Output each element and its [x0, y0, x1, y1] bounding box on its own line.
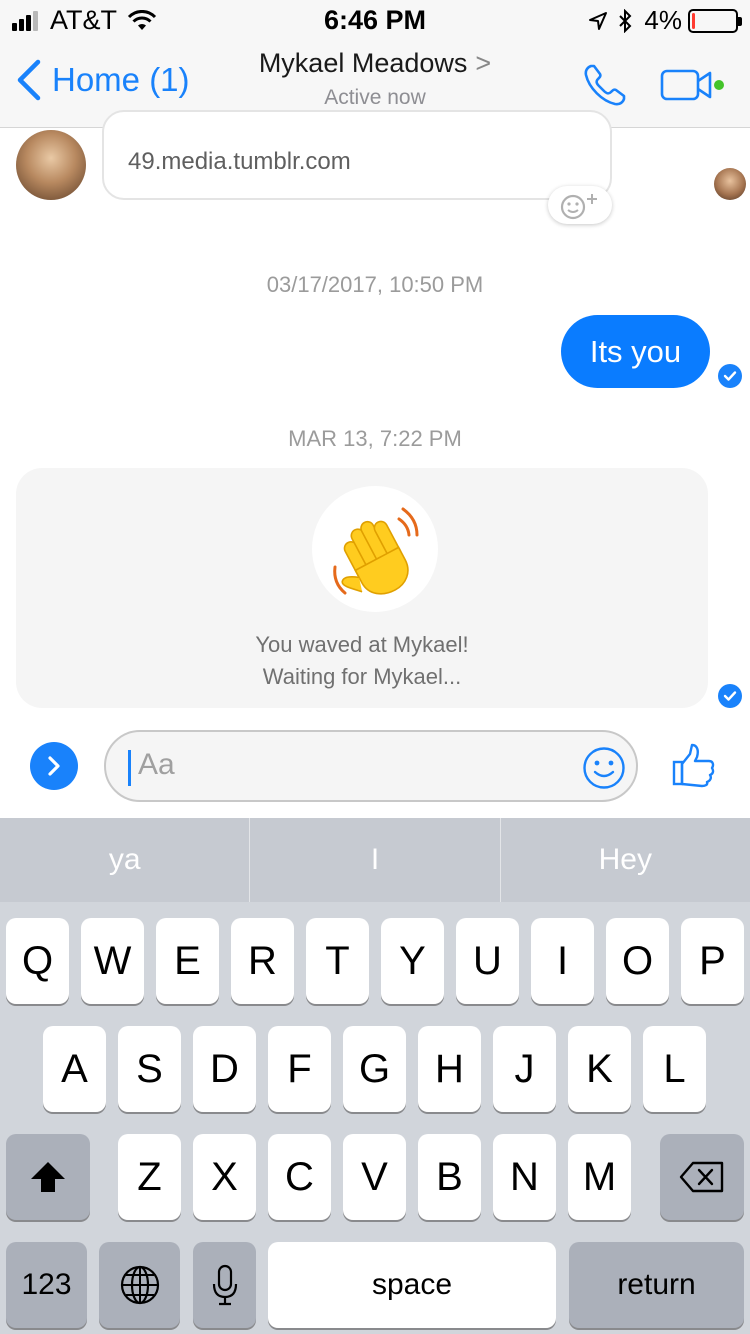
- outgoing-message-text: Its you: [589, 333, 682, 369]
- backspace-icon: [679, 1161, 724, 1193]
- microphone-icon: [212, 1264, 237, 1306]
- battery-icon: [688, 8, 742, 33]
- key[interactable]: S: [118, 1026, 181, 1112]
- key[interactable]: M: [568, 1134, 631, 1220]
- suggestion[interactable]: ya: [0, 818, 251, 902]
- key[interactable]: K: [568, 1026, 631, 1112]
- key[interactable]: X: [193, 1134, 256, 1220]
- back-button[interactable]: Home (1): [16, 58, 190, 102]
- video-call-button[interactable]: [660, 68, 732, 107]
- suggestion[interactable]: I: [250, 818, 501, 902]
- globe-key[interactable]: [99, 1242, 180, 1328]
- key[interactable]: O: [606, 918, 669, 1004]
- key[interactable]: B: [418, 1134, 481, 1220]
- key[interactable]: P: [681, 918, 744, 1004]
- key[interactable]: Q: [6, 918, 69, 1004]
- wave-status-line-2: Waiting for Mykael...: [262, 664, 462, 689]
- phone-icon: [584, 64, 626, 106]
- delivered-check-icon: [718, 364, 742, 388]
- video-camera-icon: [660, 69, 724, 101]
- online-status-dot: [714, 80, 724, 90]
- predictive-bar: ya I Hey: [0, 818, 750, 902]
- message-input-placeholder: Aa: [138, 748, 175, 781]
- globe-icon: [120, 1265, 159, 1305]
- shift-key[interactable]: [6, 1134, 90, 1220]
- key[interactable]: J: [493, 1026, 556, 1112]
- text-caret: [128, 750, 131, 786]
- back-button-label: Home (1): [52, 61, 190, 98]
- active-status: Active now: [324, 86, 426, 109]
- read-receipt-avatar: [714, 168, 746, 200]
- key[interactable]: U: [456, 918, 519, 1004]
- emoji-button[interactable]: [582, 746, 626, 795]
- key[interactable]: G: [343, 1026, 406, 1112]
- key[interactable]: C: [268, 1134, 331, 1220]
- message-timestamp: 03/17/2017, 10:50 PM: [266, 272, 484, 297]
- contact-name-title[interactable]: Mykael Meadows >: [200, 48, 550, 79]
- waving-hand-badge: [312, 486, 438, 612]
- call-button[interactable]: [582, 62, 628, 113]
- suggestion[interactable]: Hey: [501, 818, 750, 902]
- link-preview-url: 49.media.tumblr.com: [128, 148, 351, 175]
- message-input[interactable]: Aa: [104, 730, 638, 802]
- key[interactable]: T: [306, 918, 369, 1004]
- keyboard: ya I Hey Q W E R T Y U I O P A S D F G H…: [0, 818, 750, 1334]
- key[interactable]: V: [343, 1134, 406, 1220]
- wave-status-line-1: You waved at Mykael!: [255, 632, 469, 657]
- conversation-header: AT&T 6:46 PM 4% Home (1) Mykael Meadows …: [0, 0, 750, 128]
- link-preview-card[interactable]: 49.media.tumblr.com: [102, 110, 612, 200]
- key[interactable]: Z: [118, 1134, 181, 1220]
- outgoing-message-bubble[interactable]: Its you: [561, 315, 710, 388]
- contact-name: Mykael Meadows: [258, 48, 468, 78]
- thumbs-up-icon: [672, 743, 715, 788]
- key[interactable]: D: [193, 1026, 256, 1112]
- key[interactable]: H: [418, 1026, 481, 1112]
- delivered-check-icon: [718, 684, 742, 708]
- smiley-icon: [583, 747, 625, 789]
- battery-percent: 4%: [644, 5, 682, 35]
- key[interactable]: R: [231, 918, 294, 1004]
- chevron-right-icon: >: [475, 48, 492, 78]
- location-arrow-icon: [589, 11, 608, 30]
- key[interactable]: F: [268, 1026, 331, 1112]
- bluetooth-icon: [619, 8, 632, 33]
- key[interactable]: A: [43, 1026, 106, 1112]
- chevron-right-icon: [48, 756, 60, 776]
- key[interactable]: L: [643, 1026, 706, 1112]
- key[interactable]: N: [493, 1134, 556, 1220]
- message-timestamp: MAR 13, 7:22 PM: [288, 426, 462, 451]
- return-key[interactable]: return: [569, 1242, 744, 1328]
- key[interactable]: I: [531, 918, 594, 1004]
- battery-level-fill: [692, 12, 695, 29]
- shift-arrow-icon: [31, 1162, 65, 1192]
- numbers-key[interactable]: 123: [6, 1242, 87, 1328]
- key[interactable]: E: [156, 918, 219, 1004]
- status-bar-right: 4%: [588, 5, 742, 36]
- space-key[interactable]: space: [268, 1242, 556, 1328]
- like-button[interactable]: [670, 742, 716, 793]
- key[interactable]: Y: [381, 918, 444, 1004]
- waving-hand-icon: [333, 507, 419, 595]
- key[interactable]: W: [81, 918, 144, 1004]
- wave-message-card[interactable]: You waved at Mykael! Waiting for Mykael.…: [16, 468, 708, 708]
- status-bar: AT&T 6:46 PM 4%: [0, 0, 750, 40]
- expand-tools-button[interactable]: [30, 742, 78, 790]
- smiley-plus-icon: [560, 194, 597, 220]
- dictation-key[interactable]: [193, 1242, 256, 1328]
- contact-avatar[interactable]: [16, 130, 86, 200]
- add-reaction-button[interactable]: [548, 186, 612, 224]
- chevron-left-icon: [17, 59, 41, 101]
- delete-key[interactable]: [660, 1134, 744, 1220]
